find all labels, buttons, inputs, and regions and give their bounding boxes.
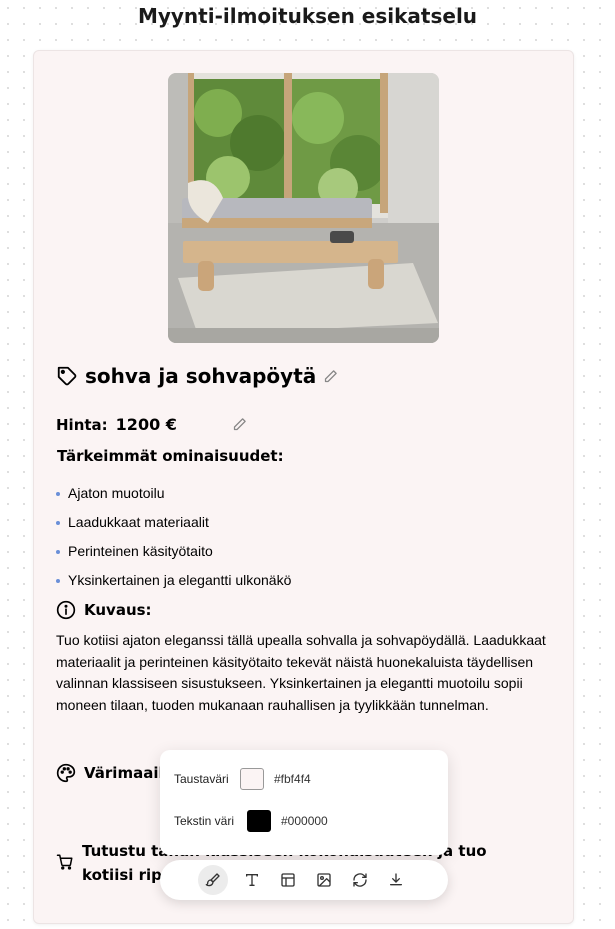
product-title: sohva ja sohvapöytä (85, 364, 317, 388)
features-list: Ajaton muotoilu Laadukkaat materiaalit P… (56, 479, 291, 595)
list-item: Ajaton muotoilu (56, 479, 291, 508)
palette-icon (56, 763, 76, 783)
info-icon (56, 600, 76, 620)
text-color-swatch[interactable] (247, 810, 271, 832)
brush-icon (205, 873, 220, 887)
page-title: Myynti-ilmoituksen esikatselu (137, 4, 478, 28)
cart-icon (56, 854, 73, 870)
bullet (56, 520, 60, 525)
text-color-label: Tekstin väri (174, 814, 235, 828)
image-icon (317, 873, 331, 887)
download-icon (390, 873, 402, 886)
refresh-icon (353, 873, 367, 887)
list-item: Perinteinen käsityötaito (56, 537, 291, 566)
edit-title-pencil-icon[interactable] (323, 369, 338, 384)
layout-tool-button[interactable] (276, 868, 300, 892)
description-text: Tuo kotiisi ajaton eleganssi tällä upeal… (56, 632, 546, 713)
price-label: Hinta: (56, 415, 108, 434)
refresh-tool-button[interactable] (348, 868, 372, 892)
text-color-value: #000000 (281, 814, 328, 828)
layout-icon (281, 873, 295, 887)
color-settings-popover: Taustaväri #fbf4f4 Tekstin väri #000000 (160, 750, 448, 855)
price-value: 1200 € (115, 415, 177, 434)
bullet (56, 549, 60, 554)
features-heading: Tärkeimmät ominaisuudet: (57, 447, 284, 465)
description-heading: Kuvaus: (84, 601, 152, 619)
background-color-label: Taustaväri (174, 772, 229, 786)
bullet (56, 491, 60, 496)
tag-icon (57, 366, 77, 386)
image-tool-button[interactable] (312, 868, 336, 892)
list-item: Yksinkertainen ja elegantti ulkonäkö (56, 566, 291, 595)
text-icon (246, 874, 258, 886)
brush-tool-button[interactable] (198, 865, 228, 895)
bullet (56, 578, 60, 583)
background-color-value: #fbf4f4 (274, 772, 311, 786)
background-color-swatch[interactable] (240, 768, 264, 790)
text-tool-button[interactable] (240, 868, 264, 892)
list-item: Laadukkaat materiaalit (56, 508, 291, 537)
product-photo (168, 73, 439, 343)
edit-price-pencil-icon[interactable] (232, 417, 247, 432)
editor-toolbar (160, 860, 448, 900)
download-tool-button[interactable] (384, 868, 408, 892)
